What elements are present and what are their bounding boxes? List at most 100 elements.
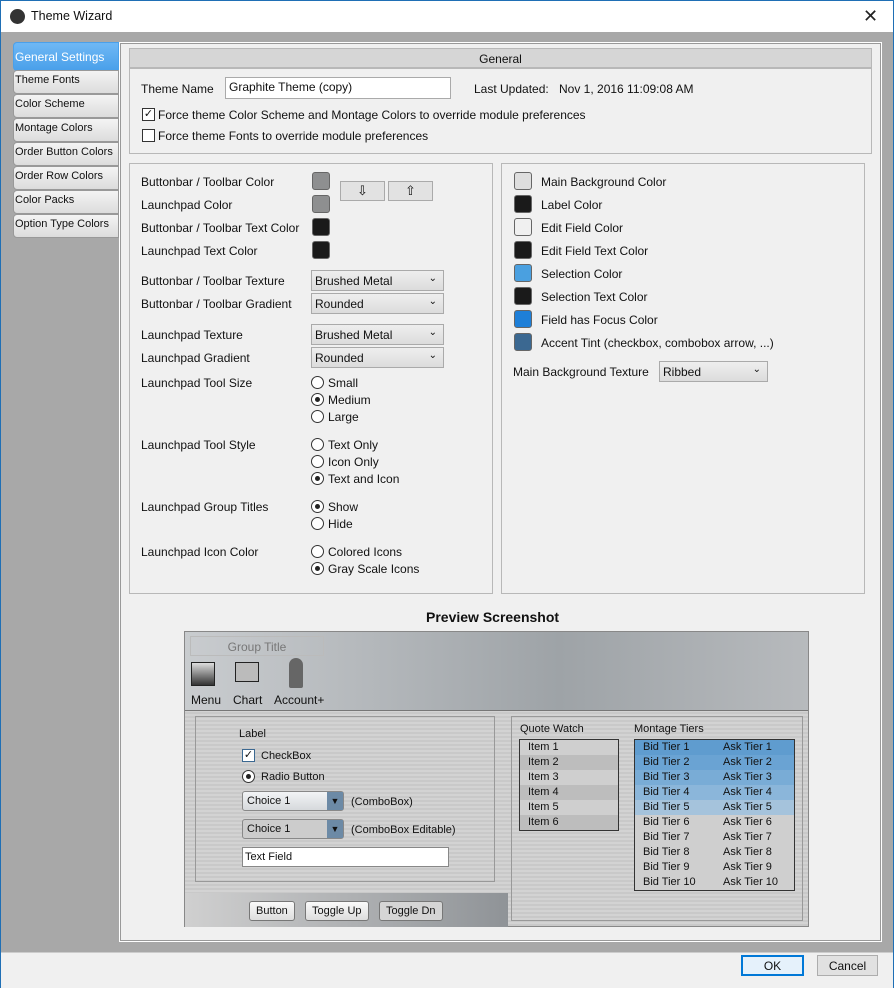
force-fonts-checkbox[interactable] [142, 129, 155, 142]
preview-checkbox-label: CheckBox [261, 750, 312, 762]
move-up-button[interactable]: ⇧ [388, 181, 433, 201]
radio-group-label: Launchpad Group Titles [141, 500, 269, 514]
ask-tier: Ask Tier 5 [723, 801, 772, 813]
dropdown-label: Launchpad Texture [141, 328, 243, 342]
montage-row: Bid Tier 2 Ask Tier 2 [635, 755, 794, 770]
color-swatch[interactable] [514, 172, 532, 190]
app-logo-icon [10, 9, 25, 24]
dropdown[interactable]: Rounded ⌄ [311, 293, 444, 314]
radio-colored-icons[interactable] [311, 545, 324, 558]
dropdown[interactable]: Rounded ⌄ [311, 347, 444, 368]
texture-label: Main Background Texture [513, 365, 649, 379]
radio-label: Text and Icon [328, 472, 400, 486]
color-swatch[interactable] [312, 172, 330, 190]
preview-combo-edit-label: (ComboBox Editable) [351, 824, 456, 836]
radio-gray-scale-icons[interactable] [311, 562, 324, 575]
ask-tier: Ask Tier 3 [723, 771, 772, 783]
color-swatch[interactable] [514, 310, 532, 328]
preview-button: Button [249, 901, 295, 921]
main-texture-value: Ribbed [663, 365, 702, 379]
chevron-down-icon: ⌄ [752, 364, 761, 375]
preview-radio [242, 770, 255, 783]
cancel-button[interactable]: Cancel [817, 955, 878, 976]
chevron-down-icon: ▼ [327, 792, 343, 810]
preview-combo-label: (ComboBox) [351, 796, 413, 808]
preview-screenshot: Group Title Menu Chart Account+ Label ✓ … [184, 631, 809, 927]
quote-item: Item 1 [528, 741, 559, 753]
preview-toggle-dn: Toggle Dn [379, 901, 443, 921]
color-swatch[interactable] [312, 241, 330, 259]
color-swatch[interactable] [514, 333, 532, 351]
radio-label: Hide [328, 517, 353, 531]
force-colors-checkbox[interactable]: ✓ [142, 108, 155, 121]
preview-group-title: Group Title [190, 636, 324, 656]
preview-text-field: Text Field [242, 847, 449, 867]
color-label: Launchpad Color [141, 198, 233, 212]
preview-combo-value: Choice 1 [247, 795, 291, 807]
sidebar-item-montage-colors[interactable]: Montage Colors [13, 118, 119, 142]
radio-small[interactable] [311, 376, 324, 389]
color-swatch[interactable] [514, 241, 532, 259]
preview-launchpad: Group Title Menu Chart Account+ [185, 632, 808, 711]
move-down-button[interactable]: ⇩ [340, 181, 385, 201]
radio-label: Icon Only [328, 455, 379, 469]
chevron-down-icon: ⌄ [428, 327, 437, 338]
montage-row: Bid Tier 10 Ask Tier 10 [635, 875, 794, 890]
radio-text-only[interactable] [311, 438, 324, 451]
sidebar-item-color-packs[interactable]: Color Packs [13, 190, 119, 214]
ok-button[interactable]: OK [741, 955, 804, 976]
radio-group-label: Launchpad Tool Style [141, 438, 256, 452]
preview-combobox-editable: Choice 1 ▼ [242, 819, 344, 839]
radio-icon-only[interactable] [311, 455, 324, 468]
dropdown[interactable]: Brushed Metal ⌄ [311, 324, 444, 345]
preview-radio-label: Radio Button [261, 771, 325, 783]
bid-tier: Bid Tier 2 [643, 756, 690, 768]
force-colors-label: Force theme Color Scheme and Montage Col… [158, 108, 586, 122]
radio-medium[interactable] [311, 393, 324, 406]
color-label: Label Color [541, 198, 603, 212]
radio-show[interactable] [311, 500, 324, 513]
ask-tier: Ask Tier 10 [723, 876, 779, 888]
sidebar-item-order-button-colors[interactable]: Order Button Colors [13, 142, 119, 166]
ask-tier: Ask Tier 1 [723, 741, 772, 753]
ask-tier: Ask Tier 4 [723, 786, 772, 798]
chevron-down-icon: ▼ [327, 820, 343, 838]
color-swatch[interactable] [514, 287, 532, 305]
sidebar-item-theme-fonts[interactable]: Theme Fonts [13, 70, 119, 94]
color-swatch[interactable] [514, 218, 532, 236]
bid-tier: Bid Tier 5 [643, 801, 690, 813]
quote-item: Item 5 [528, 801, 559, 813]
main-texture-dropdown[interactable]: Ribbed ⌄ [659, 361, 768, 382]
sidebar-item-option-type-colors[interactable]: Option Type Colors [13, 214, 119, 238]
sidebar-item-order-row-colors[interactable]: Order Row Colors [13, 166, 119, 190]
montage-row: Bid Tier 4 Ask Tier 4 [635, 785, 794, 800]
color-swatch[interactable] [514, 195, 532, 213]
theme-name-input[interactable]: Graphite Theme (copy) [225, 77, 451, 99]
radio-hide[interactable] [311, 517, 324, 530]
sidebar-item-color-scheme[interactable]: Color Scheme [13, 94, 119, 118]
radio-label: Colored Icons [328, 545, 403, 559]
ask-tier: Ask Tier 7 [723, 831, 772, 843]
radio-label: Text Only [328, 438, 379, 452]
dropdown[interactable]: Brushed Metal ⌄ [311, 270, 444, 291]
color-label: Selection Color [541, 267, 623, 281]
preview-buttonbar: Button Toggle Up Toggle Dn [185, 893, 508, 927]
preview-title: Preview Screenshot [426, 609, 560, 625]
montage-row: Bid Tier 1 Ask Tier 1 [635, 740, 794, 755]
sidebar-item-general-settings[interactable]: General Settings [13, 42, 119, 71]
color-swatch[interactable] [514, 264, 532, 282]
color-swatch[interactable] [312, 195, 330, 213]
preview-toggle-up: Toggle Up [305, 901, 369, 921]
radio-large[interactable] [311, 410, 324, 423]
color-swatch[interactable] [312, 218, 330, 236]
close-icon[interactable]: ✕ [863, 6, 878, 27]
montage-row: Bid Tier 5 Ask Tier 5 [635, 800, 794, 815]
bid-tier: Bid Tier 7 [643, 831, 690, 843]
color-label: Buttonbar / Toolbar Text Color [141, 221, 300, 235]
preview-checkbox: ✓ [242, 749, 255, 762]
arrow-up-icon: ⇧ [405, 183, 416, 198]
last-updated-label: Last Updated: [474, 82, 549, 96]
quote-watch-list: Item 1 Item 2 Item 3 Item 4 Item 5 Item 6 [519, 739, 619, 831]
preview-combobox: Choice 1 ▼ [242, 791, 344, 811]
radio-text-and-icon[interactable] [311, 472, 324, 485]
